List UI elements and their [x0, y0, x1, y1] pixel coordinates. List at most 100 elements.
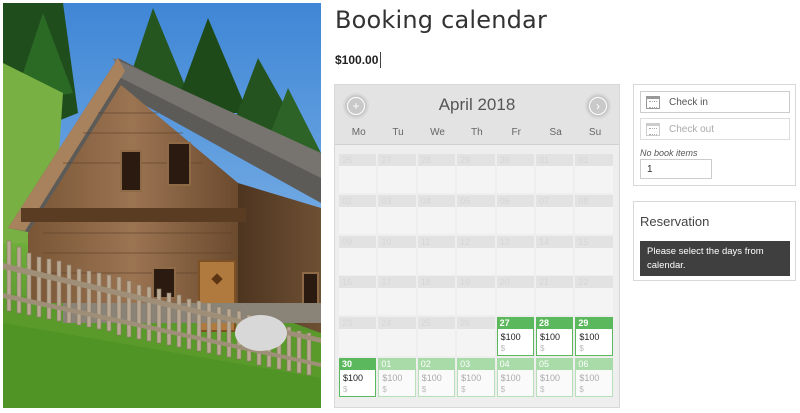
day-number: 27: [496, 317, 534, 330]
day-number: 29: [575, 317, 613, 330]
day-number: 01: [378, 357, 416, 370]
day-number: 11: [417, 235, 456, 248]
day-body: [378, 329, 416, 357]
calendar-icon: [646, 95, 660, 109]
day-price: $100: [421, 372, 442, 383]
day-number: 20: [496, 276, 534, 289]
booking-form: Check in Check out No book items 1: [633, 84, 796, 186]
calendar-day: 16: [339, 276, 377, 316]
day-price: $100: [579, 332, 600, 343]
calendar-day: 01: [575, 154, 613, 193]
day-number: 17: [378, 276, 416, 289]
day-body: [339, 329, 377, 357]
day-body: [535, 288, 574, 316]
day-currency: $: [421, 384, 427, 394]
reservation-message: Please select the days from calendar.: [640, 241, 790, 276]
calendar-day[interactable]: 27 $100 $: [496, 317, 534, 357]
check-in-label: Check in: [669, 96, 708, 108]
calendar-day: 28: [417, 154, 456, 193]
calendar-day[interactable]: 29 $100 $: [575, 317, 613, 357]
day-currency: $: [579, 384, 584, 394]
day-body: [457, 166, 495, 193]
month-label: April 2018: [438, 95, 516, 114]
day-price: $100: [461, 372, 482, 383]
day-body: $100 $: [339, 369, 377, 397]
weekday-label: Mo: [351, 127, 366, 138]
day-price: $100: [382, 372, 403, 383]
calendar-day: 26: [339, 154, 377, 193]
day-body: [378, 288, 416, 316]
calendar-day[interactable]: 30 $100 $: [339, 357, 377, 397]
day-number: 13: [496, 235, 534, 248]
calendar-day[interactable]: 28 $100 $: [535, 317, 574, 357]
day-number: 26: [457, 317, 495, 330]
calendar-day: 20: [496, 276, 534, 316]
day-body: [457, 329, 495, 357]
day-number: 14: [535, 235, 574, 248]
day-number: 25: [417, 317, 456, 330]
day-body: [417, 329, 456, 357]
calendar-day[interactable]: 03 $100 $: [457, 357, 495, 397]
check-out-field[interactable]: Check out: [640, 118, 790, 140]
calendar-day: 17: [378, 276, 416, 316]
day-number: 08: [575, 194, 613, 207]
calendar-day[interactable]: 01 $100 $: [378, 357, 416, 397]
day-number: 30: [496, 154, 534, 166]
day-body: [457, 206, 495, 234]
calendar-grid: 26 27 28 29 30 31 01 02 03 04 05 06 07 08 09 10 11 12 13 14…: [339, 154, 615, 399]
day-body: [339, 288, 377, 316]
calendar-day[interactable]: 04 $100 $: [496, 357, 534, 397]
calendar-day: 10: [378, 235, 416, 275]
day-body: $100 $: [457, 369, 495, 397]
day-body: [457, 247, 495, 275]
calendar-day[interactable]: 06 $100 $: [575, 357, 613, 397]
page-title: Booking calendar: [335, 6, 548, 34]
day-body: $100 $: [417, 369, 456, 397]
calendar-day: 12: [457, 235, 495, 275]
day-body: [575, 206, 613, 234]
calendar-day: 06: [496, 194, 534, 234]
day-price: $100: [343, 372, 364, 383]
calendar-day: 03: [378, 194, 416, 234]
day-number: 16: [339, 276, 377, 289]
price-label: $100.00: [335, 52, 382, 68]
calendar-day: 07: [535, 194, 574, 234]
check-in-field[interactable]: Check in: [640, 91, 790, 113]
day-body: [535, 206, 574, 234]
day-currency: $: [539, 344, 545, 354]
book-items-input[interactable]: 1: [640, 159, 712, 179]
calendar-day[interactable]: 02 $100 $: [417, 357, 456, 397]
day-currency: $: [461, 384, 466, 394]
day-body: [457, 288, 495, 316]
calendar-week-row: 26 27 28 29 30 31 01: [339, 154, 615, 195]
day-body: [496, 288, 534, 316]
day-number: 02: [417, 357, 456, 370]
weekday-row: Mo Tu We Th Fr Sa Su: [339, 127, 615, 138]
booking-page: Booking calendar $100.00 + April 2018 › …: [0, 0, 800, 413]
day-body: $100 $: [496, 369, 534, 397]
next-month-button[interactable]: ›: [585, 93, 611, 119]
calendar-day: 23: [339, 317, 377, 357]
text-cursor: [380, 52, 382, 68]
chevron-right-circle-icon: ›: [589, 97, 607, 115]
day-number: 29: [457, 154, 495, 166]
calendar-day: 27: [378, 154, 416, 193]
day-number: 22: [575, 276, 613, 289]
calendar-day[interactable]: 05 $100 $: [535, 357, 574, 397]
calendar-day: 24: [378, 317, 416, 357]
day-body: [535, 247, 574, 275]
weekday-label: Sa: [549, 127, 562, 138]
calendar-day: 11: [417, 235, 456, 275]
day-number: 26: [339, 154, 377, 166]
day-body: [417, 288, 456, 316]
day-number: 27: [378, 154, 416, 166]
day-currency: $: [539, 384, 545, 394]
day-number: 19: [457, 276, 495, 289]
book-items-label: No book items: [640, 148, 698, 158]
day-number: 12: [457, 235, 495, 248]
weekday-label: Su: [588, 127, 602, 138]
calendar-week-row: 30 $100 $01 $100 $02 $100 $03 $100 $04 $100 $05 $10…: [339, 357, 615, 399]
day-body: [575, 166, 613, 193]
calendar-day: 25: [417, 317, 456, 357]
day-number: 02: [339, 194, 377, 207]
